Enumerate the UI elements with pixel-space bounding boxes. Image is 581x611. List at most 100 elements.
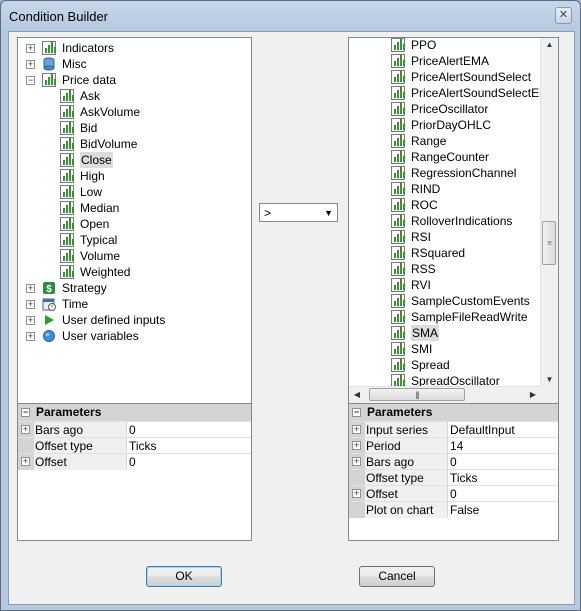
database-icon: [42, 57, 56, 71]
parameter-row[interactable]: + Offset 0: [349, 485, 558, 502]
parameter-row[interactable]: + Input series DefaultInput: [349, 421, 558, 438]
tree-item-label: Weighted: [80, 265, 131, 279]
tree-item-indicators[interactable]: + Indicators: [18, 40, 248, 56]
cancel-button[interactable]: Cancel: [359, 566, 435, 587]
scroll-left-icon[interactable]: ◀: [349, 388, 365, 402]
collapse-icon[interactable]: −: [26, 76, 35, 85]
parameter-name: Bars ago: [34, 422, 127, 438]
list-item[interactable]: RIND: [349, 181, 541, 197]
list-item[interactable]: PriceAlertEMA: [349, 53, 541, 69]
chart-icon: [60, 121, 74, 135]
parameters-header[interactable]: − Parameters: [18, 404, 251, 421]
list-item[interactable]: RSI: [349, 229, 541, 245]
list-item[interactable]: SMA: [349, 325, 541, 341]
scroll-right-icon[interactable]: ▶: [525, 388, 541, 402]
tree-item-askvolume[interactable]: AskVolume: [18, 104, 248, 120]
expand-icon[interactable]: +: [26, 60, 35, 69]
tree-item-weighted[interactable]: Weighted: [18, 264, 248, 280]
list-item[interactable]: SampleFileReadWrite: [349, 309, 541, 325]
list-item[interactable]: PriceAlertSoundSelect: [349, 69, 541, 85]
vertical-scrollbar[interactable]: ▲ ≡ ▼: [540, 38, 558, 387]
scroll-down-icon[interactable]: ▼: [541, 373, 558, 387]
tree-item-misc[interactable]: + Misc: [18, 56, 248, 72]
list-item[interactable]: RegressionChannel: [349, 165, 541, 181]
list-item[interactable]: SpreadOscillator: [349, 373, 541, 387]
chart-icon: [391, 262, 405, 276]
tree-item-bidvolume[interactable]: BidVolume: [18, 136, 248, 152]
scroll-up-icon[interactable]: ▲: [541, 38, 558, 52]
tree-item-typical[interactable]: Typical: [18, 232, 248, 248]
right-parameters-grid: − Parameters + Input series DefaultInput + P…: [348, 403, 559, 541]
list-item[interactable]: RSquared: [349, 245, 541, 261]
expand-icon[interactable]: +: [352, 489, 361, 498]
parameter-row[interactable]: Offset type Ticks: [18, 437, 251, 454]
list-item[interactable]: PPO: [349, 38, 541, 53]
parameter-value[interactable]: 0: [447, 454, 556, 470]
expand-icon[interactable]: +: [26, 332, 35, 341]
parameter-value[interactable]: Ticks: [126, 438, 249, 454]
list-item[interactable]: ROC: [349, 197, 541, 213]
expand-icon[interactable]: +: [26, 284, 35, 293]
tree-item-close[interactable]: Close: [18, 152, 248, 168]
tree-item-user-variables[interactable]: + User variables: [18, 328, 248, 344]
parameter-row[interactable]: + Offset 0: [18, 453, 251, 470]
tree-item-high[interactable]: High: [18, 168, 248, 184]
parameter-value[interactable]: 0: [126, 422, 249, 438]
parameter-value[interactable]: 0: [126, 454, 249, 470]
parameter-value[interactable]: 0: [447, 486, 556, 502]
tree-item-median[interactable]: Median: [18, 200, 248, 216]
list-item[interactable]: PriceAlertSoundSelectEMA: [349, 85, 541, 101]
parameter-row[interactable]: + Bars ago 0: [349, 453, 558, 470]
list-item[interactable]: Spread: [349, 357, 541, 373]
parameter-row[interactable]: Offset type Ticks: [349, 469, 558, 486]
left-tree-view[interactable]: + Indicators + Misc − Price data Ask AskVolume B…: [17, 37, 252, 404]
expand-icon[interactable]: +: [352, 425, 361, 434]
tree-item-time[interactable]: + Time: [18, 296, 248, 312]
vertical-scroll-thumb[interactable]: ≡: [542, 221, 556, 265]
list-item[interactable]: RolloverIndications: [349, 213, 541, 229]
expand-icon[interactable]: +: [26, 300, 35, 309]
list-item-label: RIND: [411, 182, 441, 196]
chart-icon: [391, 294, 405, 308]
parameter-row[interactable]: + Period 14: [349, 437, 558, 454]
parameter-value[interactable]: 14: [447, 438, 556, 454]
expand-icon[interactable]: +: [26, 44, 35, 53]
list-item-label: RangeCounter: [411, 150, 490, 164]
parameter-value[interactable]: Ticks: [447, 470, 556, 486]
tree-item-strategy[interactable]: + $ Strategy: [18, 280, 248, 296]
right-tree-view[interactable]: PPO PriceAlertEMA PriceAlertSoundSelect Pri…: [348, 37, 559, 404]
collapse-icon[interactable]: −: [21, 408, 30, 417]
list-item[interactable]: RSS: [349, 261, 541, 277]
ok-button[interactable]: OK: [146, 566, 222, 587]
tree-item-low[interactable]: Low: [18, 184, 248, 200]
tree-item-bid[interactable]: Bid: [18, 120, 248, 136]
horizontal-scrollbar[interactable]: ◀ ||| ▶: [349, 386, 541, 403]
title-bar[interactable]: Condition Builder ✕: [1, 1, 580, 31]
list-item[interactable]: RangeCounter: [349, 149, 541, 165]
expand-icon[interactable]: +: [26, 316, 35, 325]
expand-icon[interactable]: +: [352, 457, 361, 466]
expand-icon[interactable]: +: [21, 457, 30, 466]
parameter-value[interactable]: False: [447, 502, 556, 518]
parameter-row[interactable]: Plot on chart False: [349, 501, 558, 518]
tree-item-price-data[interactable]: − Price data: [18, 72, 248, 88]
collapse-icon[interactable]: −: [352, 408, 361, 417]
horizontal-scroll-thumb[interactable]: |||: [369, 388, 465, 401]
list-item[interactable]: RVI: [349, 277, 541, 293]
parameter-value[interactable]: DefaultInput: [447, 422, 556, 438]
expand-icon[interactable]: +: [21, 425, 30, 434]
list-item[interactable]: PriorDayOHLC: [349, 117, 541, 133]
list-item[interactable]: SampleCustomEvents: [349, 293, 541, 309]
parameters-header[interactable]: − Parameters: [349, 404, 558, 421]
close-button[interactable]: ✕: [555, 7, 572, 24]
tree-item-open[interactable]: Open: [18, 216, 248, 232]
list-item[interactable]: SMI: [349, 341, 541, 357]
operator-dropdown[interactable]: > ▼: [259, 203, 338, 222]
tree-item-ask[interactable]: Ask: [18, 88, 248, 104]
parameter-row[interactable]: + Bars ago 0: [18, 421, 251, 438]
list-item[interactable]: Range: [349, 133, 541, 149]
expand-icon[interactable]: +: [352, 441, 361, 450]
list-item[interactable]: PriceOscillator: [349, 101, 541, 117]
tree-item-volume[interactable]: Volume: [18, 248, 248, 264]
tree-item-user-defined-inputs[interactable]: + User defined inputs: [18, 312, 248, 328]
